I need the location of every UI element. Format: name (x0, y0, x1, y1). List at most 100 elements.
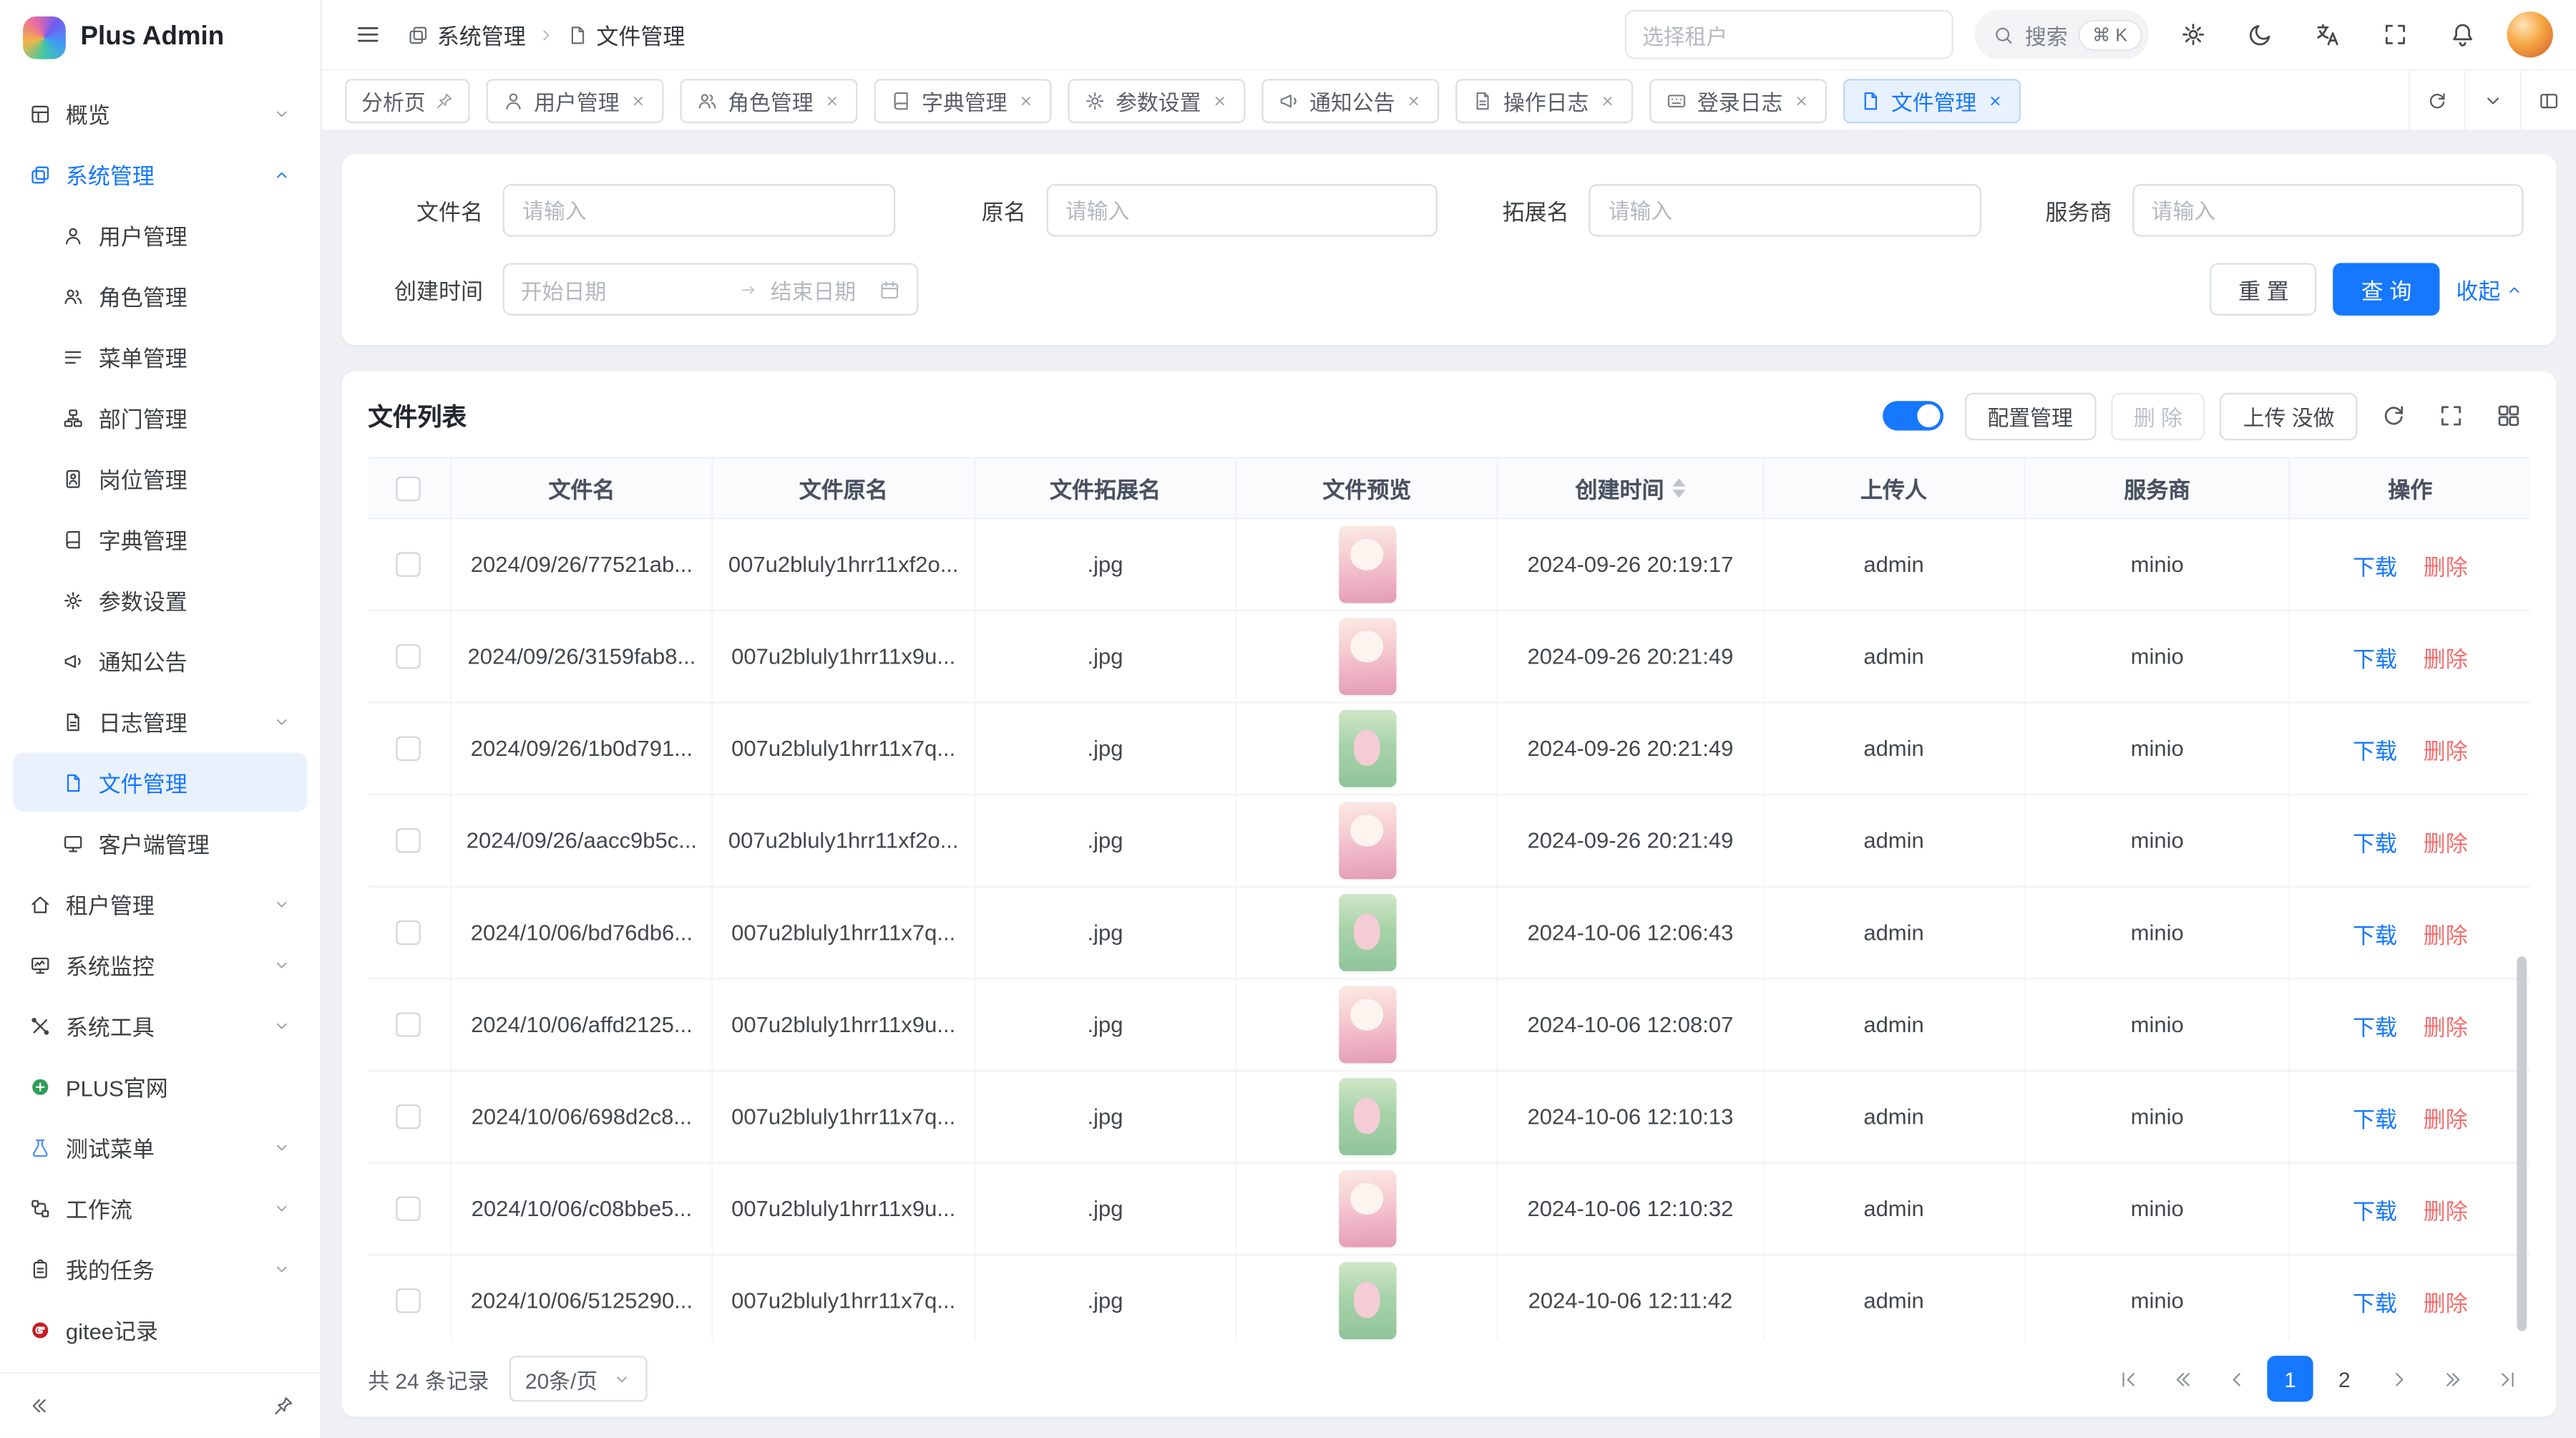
download-link[interactable]: 下载 (2353, 739, 2397, 763)
service-provider-input[interactable] (2132, 184, 2524, 236)
sort-carets[interactable] (1672, 478, 1685, 498)
next-5-pages-button[interactable] (2430, 1356, 2476, 1401)
prev-5-pages-button[interactable] (2159, 1356, 2205, 1401)
close-icon[interactable] (823, 91, 841, 109)
tab-list-dropdown-button[interactable] (2464, 71, 2520, 130)
tab-user-management[interactable]: 用户管理 (487, 78, 664, 122)
tab-dict-management[interactable]: 字典管理 (874, 78, 1052, 122)
delete-link[interactable]: 删除 (2424, 1199, 2468, 1223)
sidebar-item-menu-management[interactable]: 菜单管理 (13, 327, 307, 387)
download-link[interactable]: 下载 (2353, 646, 2397, 671)
sidebar-item-tenant-management[interactable]: 租户管理 (13, 874, 307, 933)
sidebar-item-dict-management[interactable]: 字典管理 (13, 510, 307, 569)
file-preview-thumbnail[interactable] (1338, 986, 1395, 1064)
row-checkbox[interactable] (396, 829, 421, 853)
file-preview-thumbnail[interactable] (1338, 1170, 1395, 1248)
close-icon[interactable] (629, 91, 647, 109)
download-link[interactable]: 下载 (2353, 923, 2397, 947)
sidebar-item-log-management[interactable]: 日志管理 (13, 692, 307, 752)
close-icon[interactable] (1792, 91, 1810, 109)
notifications-button[interactable] (2439, 11, 2485, 57)
language-button[interactable] (2305, 11, 2351, 57)
sidebar-item-system-management[interactable]: 系统管理 (13, 145, 307, 204)
last-page-button[interactable] (2484, 1356, 2529, 1401)
first-page-button[interactable] (2104, 1356, 2150, 1401)
sidebar-item-system-monitor[interactable]: 系统监控 (13, 935, 307, 994)
sidebar-item-workflow[interactable]: 工作流 (13, 1178, 307, 1238)
extension-input[interactable] (1589, 184, 1981, 236)
file-preview-thumbnail[interactable] (1338, 618, 1395, 695)
file-preview-thumbnail[interactable] (1338, 802, 1395, 879)
delete-link[interactable]: 删除 (2424, 1015, 2468, 1039)
row-checkbox[interactable] (396, 737, 421, 762)
tab-login-log[interactable]: 登录日志 (1649, 78, 1827, 122)
file-name-input[interactable] (503, 184, 895, 236)
page-2-button[interactable]: 2 (2321, 1356, 2367, 1401)
row-checkbox[interactable] (396, 1013, 421, 1037)
sidebar-item-gitee-record[interactable]: gitee记录 (13, 1300, 307, 1359)
app-logo[interactable]: Plus Admin (0, 0, 321, 76)
pin-sidebar-button[interactable] (261, 1384, 304, 1427)
download-link[interactable]: 下载 (2353, 1291, 2397, 1315)
layout-settings-button[interactable] (2520, 71, 2576, 130)
row-checkbox[interactable] (396, 645, 421, 669)
refresh-tab-button[interactable] (2409, 71, 2464, 130)
table-fullscreen-button[interactable] (2430, 394, 2473, 437)
delete-link[interactable]: 删除 (2424, 646, 2468, 671)
file-preview-thumbnail[interactable] (1338, 894, 1395, 971)
tenant-select[interactable]: 选择租户 (1624, 10, 1953, 59)
delete-link[interactable]: 删除 (2424, 739, 2468, 763)
file-preview-thumbnail[interactable] (1338, 1262, 1395, 1339)
select-all-checkbox[interactable] (396, 477, 421, 501)
sidebar-item-client-management[interactable]: 客户端管理 (13, 813, 307, 873)
sidebar-item-test-menu[interactable]: 测试菜单 (13, 1117, 307, 1177)
close-icon[interactable] (1599, 91, 1616, 109)
page-1-button[interactable]: 1 (2267, 1356, 2313, 1401)
sidebar-item-notice-announcement[interactable]: 通知公告 (13, 631, 307, 691)
row-checkbox[interactable] (396, 1289, 421, 1313)
table-scrollbar[interactable] (2517, 956, 2527, 1331)
download-link[interactable]: 下载 (2353, 555, 2397, 579)
file-preview-thumbnail[interactable] (1338, 1078, 1395, 1155)
breadcrumb-item-file[interactable]: 文件管理 (567, 18, 685, 51)
row-checkbox[interactable] (396, 553, 421, 578)
delete-link[interactable]: 删除 (2424, 1291, 2468, 1315)
download-link[interactable]: 下载 (2353, 831, 2397, 855)
sidebar-item-overview[interactable]: 概览 (13, 84, 307, 143)
sidebar-item-my-tasks[interactable]: 我的任务 (13, 1239, 307, 1298)
sidebar-item-department-management[interactable]: 部门管理 (13, 388, 307, 447)
row-checkbox[interactable] (396, 1197, 421, 1222)
global-search-button[interactable]: 搜索 ⌘ K (1974, 10, 2149, 59)
delete-selected-button[interactable]: 删 除 (2111, 392, 2205, 440)
search-button[interactable]: 查 询 (2333, 263, 2440, 315)
download-link[interactable]: 下载 (2353, 1199, 2397, 1223)
row-checkbox[interactable] (396, 1105, 421, 1129)
refresh-table-button[interactable] (2372, 394, 2415, 437)
sidebar-item-file-management[interactable]: 文件管理 (13, 753, 307, 812)
config-management-button[interactable]: 配置管理 (1964, 392, 2096, 440)
upload-button[interactable]: 上传 没做 (2220, 392, 2358, 440)
delete-link[interactable]: 删除 (2424, 555, 2468, 579)
close-icon[interactable] (1211, 91, 1229, 109)
settings-button[interactable] (2170, 11, 2216, 57)
close-icon[interactable] (1017, 91, 1035, 109)
download-link[interactable]: 下载 (2353, 1107, 2397, 1131)
sidebar-item-user-management[interactable]: 用户管理 (13, 205, 307, 265)
user-avatar[interactable] (2507, 11, 2553, 57)
sidebar-item-system-tools[interactable]: 系统工具 (13, 996, 307, 1055)
sidebar-item-param-settings[interactable]: 参数设置 (13, 570, 307, 630)
reset-button[interactable]: 重 置 (2210, 263, 2317, 315)
fullscreen-button[interactable] (2372, 11, 2418, 57)
sidebar-item-post-management[interactable]: 岗位管理 (13, 449, 307, 508)
prev-page-button[interactable] (2213, 1356, 2259, 1401)
column-settings-button[interactable] (2487, 394, 2530, 437)
file-preview-thumbnail[interactable] (1338, 710, 1395, 787)
toggle-switch[interactable] (1883, 401, 1943, 430)
tab-notice-announcement[interactable]: 通知公告 (1262, 78, 1439, 122)
tab-param-settings[interactable]: 参数设置 (1068, 78, 1245, 122)
close-icon[interactable] (1986, 91, 2004, 109)
row-checkbox[interactable] (396, 921, 421, 946)
download-link[interactable]: 下载 (2353, 1015, 2397, 1039)
delete-link[interactable]: 删除 (2424, 923, 2468, 947)
tab-file-management[interactable]: 文件管理 (1843, 78, 2021, 122)
